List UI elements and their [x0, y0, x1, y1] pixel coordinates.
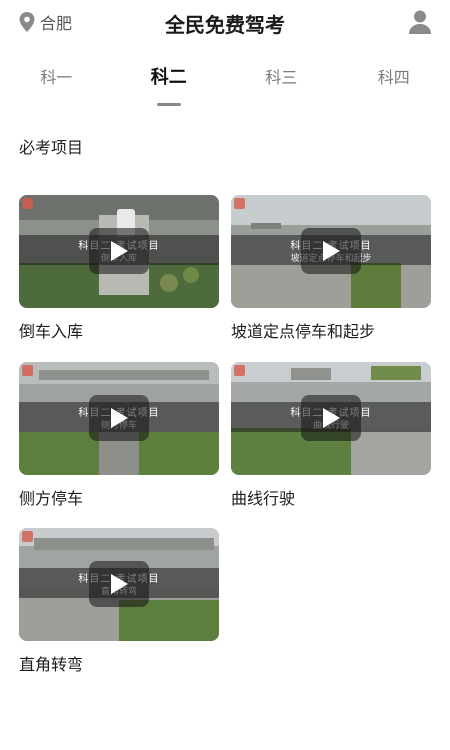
corner-badge: [22, 198, 33, 209]
tab-subject-3[interactable]: 科三: [225, 60, 338, 106]
play-button[interactable]: [89, 561, 149, 607]
card-title: 侧方停车: [19, 489, 84, 508]
subject-tabs: 科一 科二 科三 科四: [0, 60, 450, 106]
video-thumbnail[interactable]: 科目二·考试项目 曲线行驶: [231, 362, 431, 475]
corner-badge: [22, 365, 33, 376]
corner-badge: [234, 365, 245, 376]
tab-label: 科二: [150, 67, 187, 88]
play-icon: [111, 574, 128, 594]
play-icon: [111, 408, 128, 428]
app-screen: 合肥 全民免费驾考 科一 科二 科三 科四 必考项目 倒车入库 坡道定点停车和起…: [0, 0, 450, 750]
tab-label: 科四: [377, 68, 410, 87]
corner-badge: [234, 198, 245, 209]
page-title: 全民免费驾考: [165, 13, 285, 37]
video-thumbnail[interactable]: 科目二·考试项目 倒车入库: [19, 195, 219, 308]
play-button[interactable]: [301, 395, 361, 441]
card-title: 倒车入库: [19, 322, 84, 341]
card-right-angle-turn[interactable]: 科目二·考试项目 直角转弯 直角转弯: [19, 528, 219, 675]
video-thumbnail[interactable]: 科目二·考试项目 侧方停车: [19, 362, 219, 475]
header: 合肥 全民免费驾考: [0, 0, 450, 44]
tab-subject-2[interactable]: 科二: [113, 60, 226, 106]
corner-badge: [22, 531, 33, 542]
tab-label: 科三: [265, 68, 298, 87]
tab-subject-4[interactable]: 科四: [338, 60, 450, 106]
card-curve-driving[interactable]: 科目二·考试项目 曲线行驶 曲线行驶: [231, 362, 431, 509]
play-icon: [111, 241, 128, 261]
section-title: 必考项目: [19, 138, 84, 157]
play-button[interactable]: [89, 395, 149, 441]
card-title: 曲线行驶: [231, 489, 296, 508]
card-hill-start[interactable]: 科目二·考试项目 坡道定点停车和起步 坡道定点停车和起步: [231, 195, 431, 342]
active-tab-indicator: [156, 103, 181, 106]
card-title: 坡道定点停车和起步: [231, 322, 376, 341]
play-button[interactable]: [301, 228, 361, 274]
video-thumbnail[interactable]: 科目二·考试项目 坡道定点停车和起步: [231, 195, 431, 308]
play-icon: [323, 408, 340, 428]
card-reverse-parking[interactable]: 科目二·考试项目 倒车入库 倒车入库: [19, 195, 219, 342]
play-icon: [323, 241, 340, 261]
tab-label: 科一: [40, 68, 73, 87]
user-profile-icon[interactable]: [408, 9, 432, 35]
video-thumbnail[interactable]: 科目二·考试项目 直角转弯: [19, 528, 219, 641]
card-parallel-parking[interactable]: 科目二·考试项目 侧方停车 侧方停车: [19, 362, 219, 509]
tab-subject-1[interactable]: 科一: [0, 60, 113, 106]
play-button[interactable]: [89, 228, 149, 274]
card-title: 直角转弯: [19, 655, 84, 674]
